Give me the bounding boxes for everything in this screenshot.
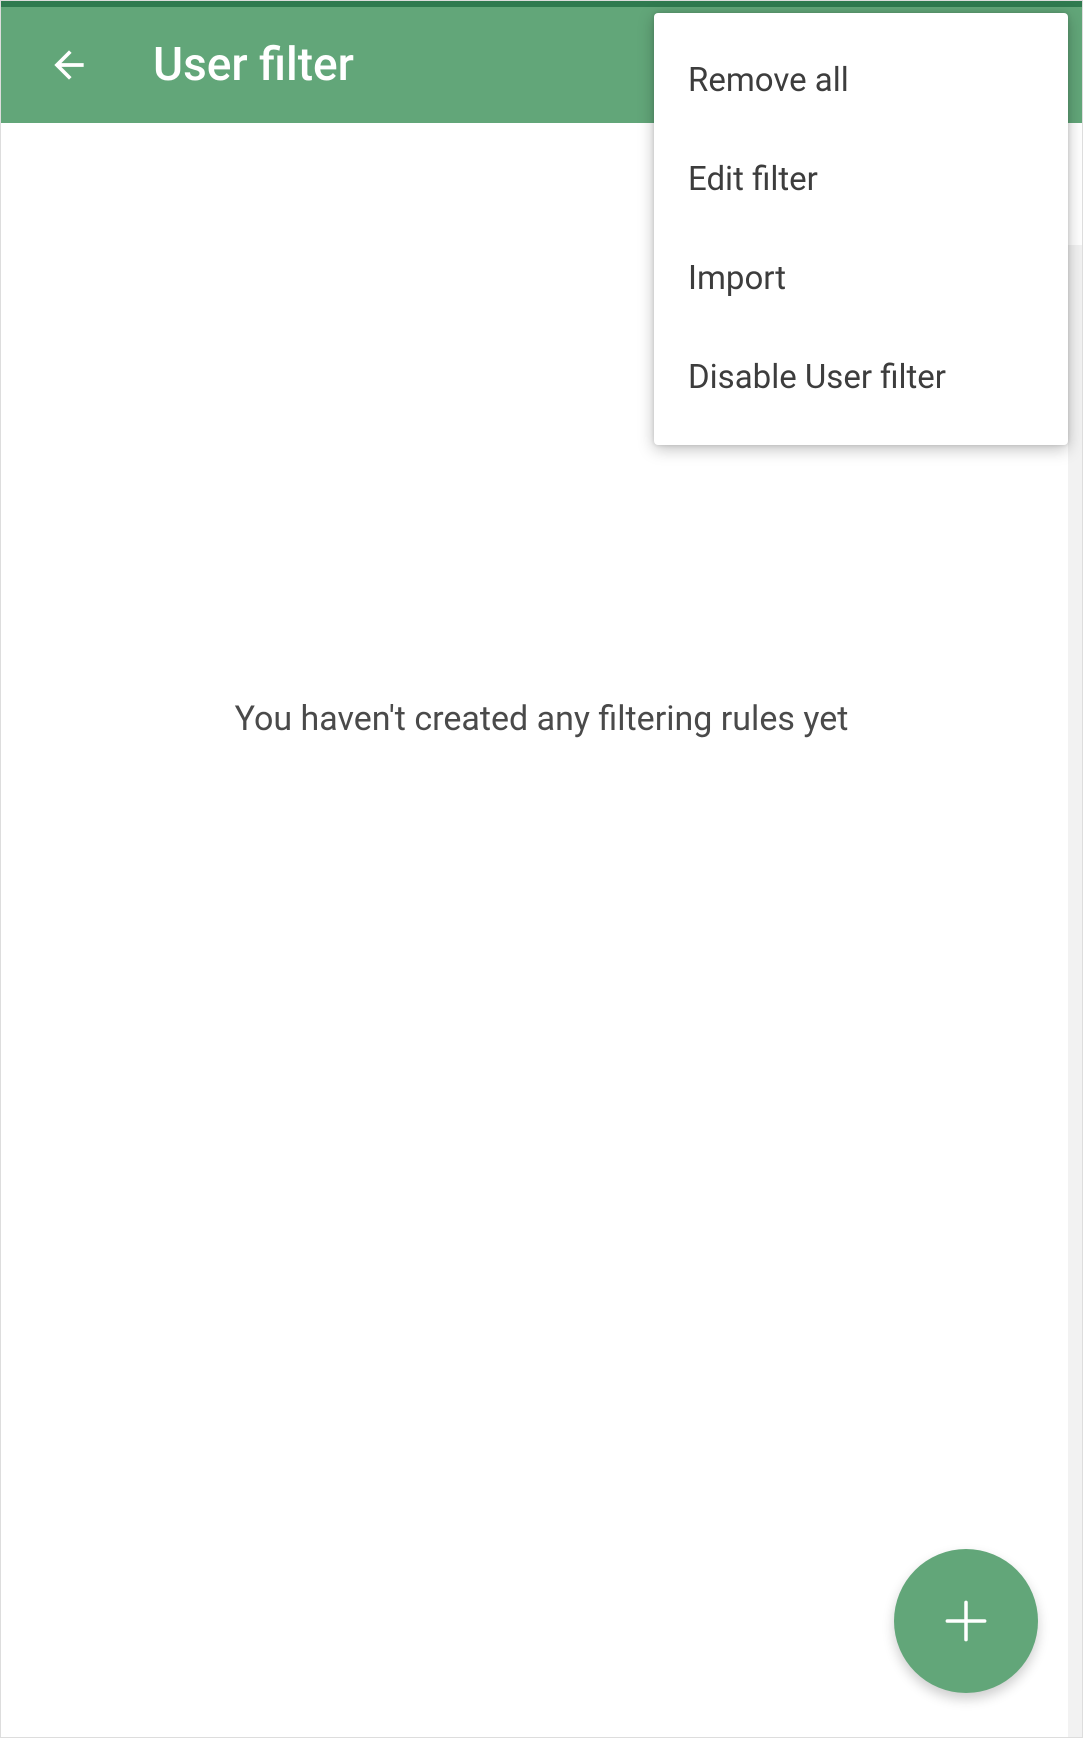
overflow-menu: Remove all Edit filter Import Disable Us… — [654, 13, 1068, 445]
scrollbar-track — [1068, 245, 1082, 1737]
plus-icon — [938, 1593, 994, 1649]
menu-item-edit-filter[interactable]: Edit filter — [654, 130, 1068, 229]
menu-item-disable-user-filter[interactable]: Disable User filter — [654, 328, 1068, 427]
empty-state-message: You haven't created any filtering rules … — [1, 699, 1082, 739]
back-button[interactable] — [37, 33, 101, 97]
add-rule-button[interactable] — [894, 1549, 1038, 1693]
arrow-left-icon — [47, 43, 91, 87]
page-title: User filter — [153, 38, 354, 92]
app-screen: User filter You haven't created any filt… — [0, 0, 1083, 1738]
menu-item-remove-all[interactable]: Remove all — [654, 31, 1068, 130]
menu-item-import[interactable]: Import — [654, 229, 1068, 328]
